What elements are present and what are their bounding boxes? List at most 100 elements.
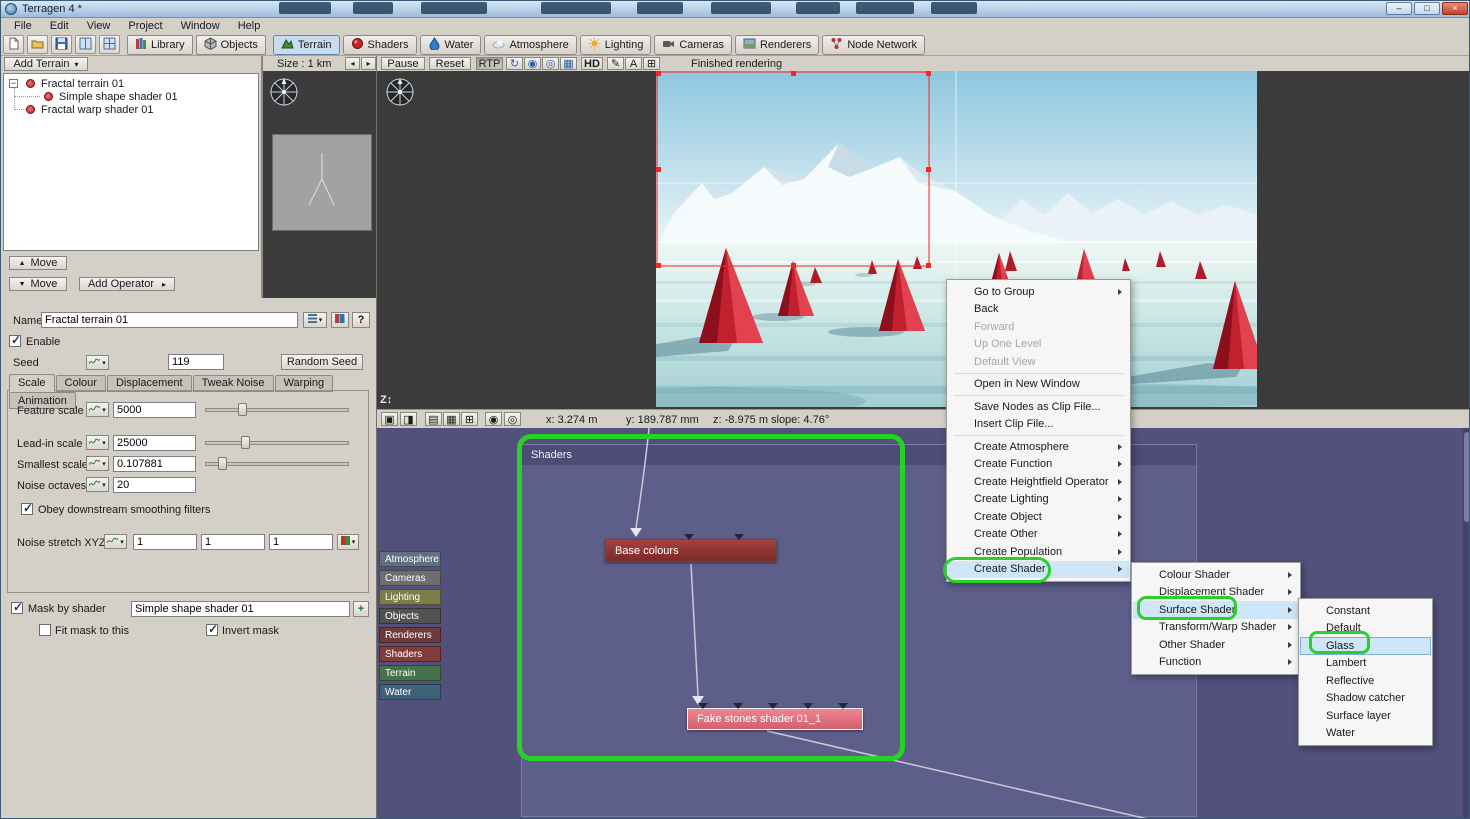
menu-item-other-shader[interactable]: Other Shader: [1133, 636, 1299, 654]
mask-view-button[interactable]: ▦: [443, 412, 460, 426]
panel-splitter[interactable]: [261, 56, 263, 298]
menu-project[interactable]: Project: [119, 19, 171, 34]
close-button[interactable]: ×: [1442, 2, 1468, 15]
camera-select-button[interactable]: ◎: [504, 412, 521, 426]
text-tool-button[interactable]: A: [625, 57, 642, 70]
tab-displacement[interactable]: Displacement: [106, 374, 192, 392]
menu-item-create-object[interactable]: Create Object: [948, 508, 1129, 526]
tree-expander[interactable]: −: [9, 79, 18, 88]
mask-by-shader-checkbox[interactable]: ✓: [11, 600, 23, 614]
menu-item-create-other[interactable]: Create Other: [948, 526, 1129, 544]
random-seed-button[interactable]: Random Seed: [281, 354, 363, 370]
move-down-button[interactable]: ▼ Move: [9, 277, 67, 291]
library-button[interactable]: Library: [127, 34, 193, 55]
size-prev-button[interactable]: ◂: [345, 57, 360, 70]
tab-warping[interactable]: Warping: [274, 374, 334, 392]
menu-item-create-atmosphere[interactable]: Create Atmosphere: [948, 438, 1129, 456]
node-fake-stones-shader[interactable]: Fake stones shader 01_1: [687, 703, 863, 730]
menu-item-shadow-catcher[interactable]: Shadow catcher: [1300, 690, 1431, 708]
tab-terrain[interactable]: Terrain: [272, 34, 340, 55]
layout-view-button[interactable]: [75, 35, 96, 54]
tab-node-network[interactable]: Node Network: [822, 34, 926, 55]
layers-button[interactable]: ▤: [425, 412, 442, 426]
menu-item-function[interactable]: Function: [1133, 654, 1299, 672]
rtp-toggle-button[interactable]: RTP: [476, 57, 503, 70]
category-terrain[interactable]: Terrain: [379, 665, 441, 681]
node-input-icon[interactable]: [733, 703, 743, 709]
new-project-button[interactable]: [3, 35, 24, 54]
tree-item-fractal-warp-shader[interactable]: Fractal warp shader 01: [41, 104, 154, 116]
category-shaders[interactable]: Shaders: [379, 646, 441, 662]
help-button[interactable]: ?: [352, 312, 370, 328]
menu-item-surface-layer[interactable]: Surface layer: [1300, 707, 1431, 725]
node-input-icon[interactable]: [803, 703, 813, 709]
noise-octaves-function-button[interactable]: ▾: [86, 477, 109, 492]
menu-item-insert-clip-file[interactable]: Insert Clip File...: [948, 416, 1129, 434]
node-input-icon[interactable]: [684, 534, 694, 540]
noise-stretch-z-input[interactable]: [269, 534, 333, 550]
leadin-scale-function-button[interactable]: ▾: [86, 435, 109, 450]
add-terrain-button[interactable]: Add Terrain ▾: [4, 57, 88, 71]
measure-tool-button[interactable]: ⊞: [643, 57, 660, 70]
menu-help[interactable]: Help: [229, 19, 270, 34]
menu-item-create-shader[interactable]: Create Shader: [948, 560, 1129, 578]
node-preview-thumbnail[interactable]: [272, 134, 372, 231]
category-lighting[interactable]: Lighting: [379, 589, 441, 605]
move-up-button[interactable]: ▲ Move: [9, 256, 67, 270]
render-target-button[interactable]: ◎: [542, 57, 559, 70]
name-input[interactable]: [41, 312, 298, 328]
node-input-icon[interactable]: [734, 534, 744, 540]
tab-cameras[interactable]: Cameras: [654, 34, 732, 55]
snapshot-button[interactable]: ▣: [381, 412, 398, 426]
menu-item-open-in-new-window[interactable]: Open in New Window: [948, 376, 1129, 394]
smallest-scale-input[interactable]: [113, 456, 196, 472]
menu-item-create-population[interactable]: Create Population: [948, 543, 1129, 561]
menu-item-lambert[interactable]: Lambert: [1300, 655, 1431, 673]
zoom-tool-indicator[interactable]: Z↕: [380, 394, 392, 406]
noise-stretch-x-input[interactable]: [133, 534, 197, 550]
noise-octaves-input[interactable]: [113, 477, 196, 493]
render-refresh-button[interactable]: ↻: [506, 57, 523, 70]
add-mask-shader-button[interactable]: +: [353, 601, 369, 617]
node-base-colours[interactable]: Base colours: [605, 534, 777, 562]
menu-item-surface-shader[interactable]: Surface Shader: [1133, 601, 1299, 619]
node-network-scrollbar[interactable]: [1463, 428, 1469, 818]
eye-button[interactable]: ◉: [485, 412, 502, 426]
category-cameras[interactable]: Cameras: [379, 570, 441, 586]
menu-item-create-function[interactable]: Create Function: [948, 456, 1129, 474]
scrollbar-thumb[interactable]: [1464, 432, 1469, 522]
menu-item-water[interactable]: Water: [1300, 725, 1431, 743]
navigation-ball-icon[interactable]: [269, 77, 299, 110]
menu-window[interactable]: Window: [172, 19, 229, 34]
tab-lighting[interactable]: Lighting: [579, 34, 652, 55]
seed-input[interactable]: [168, 354, 224, 370]
quad-view-button[interactable]: [99, 35, 120, 54]
menu-item-back[interactable]: Back: [948, 301, 1129, 319]
category-atmosphere[interactable]: Atmosphere: [379, 551, 441, 567]
save-project-button[interactable]: [51, 35, 72, 54]
feature-scale-slider-thumb[interactable]: [238, 403, 247, 416]
tab-scale[interactable]: Scale: [9, 374, 55, 392]
node-input-icon[interactable]: [838, 703, 848, 709]
noise-stretch-function-button[interactable]: ▾: [104, 534, 127, 549]
open-project-button[interactable]: [27, 35, 48, 54]
menu-item-colour-shader[interactable]: Colour Shader: [1133, 566, 1299, 584]
menu-item-go-to-group[interactable]: Go to Group: [948, 283, 1129, 301]
render-view-button[interactable]: ◉: [524, 57, 541, 70]
bookmark-button[interactable]: [331, 312, 349, 328]
smallest-scale-function-button[interactable]: ▾: [86, 456, 109, 471]
tree-item-fractal-terrain[interactable]: Fractal terrain 01: [41, 78, 124, 90]
menu-item-default[interactable]: Default: [1300, 620, 1431, 638]
noise-stretch-y-input[interactable]: [201, 534, 265, 550]
menu-item-reflective[interactable]: Reflective: [1300, 672, 1431, 690]
obey-smoothing-checkbox[interactable]: ✓: [21, 501, 33, 515]
fit-mask-checkbox[interactable]: [39, 624, 51, 636]
panel-splitter[interactable]: [376, 56, 377, 818]
menu-edit[interactable]: Edit: [41, 19, 78, 34]
navigation-ball-icon[interactable]: [385, 77, 415, 110]
node-input-icon[interactable]: [698, 703, 708, 709]
smallest-scale-slider-thumb[interactable]: [218, 457, 227, 470]
render-grid-button[interactable]: ▦: [560, 57, 577, 70]
menu-item-displacement-shader[interactable]: Displacement Shader: [1133, 584, 1299, 602]
feature-scale-slider-track[interactable]: [205, 408, 349, 412]
